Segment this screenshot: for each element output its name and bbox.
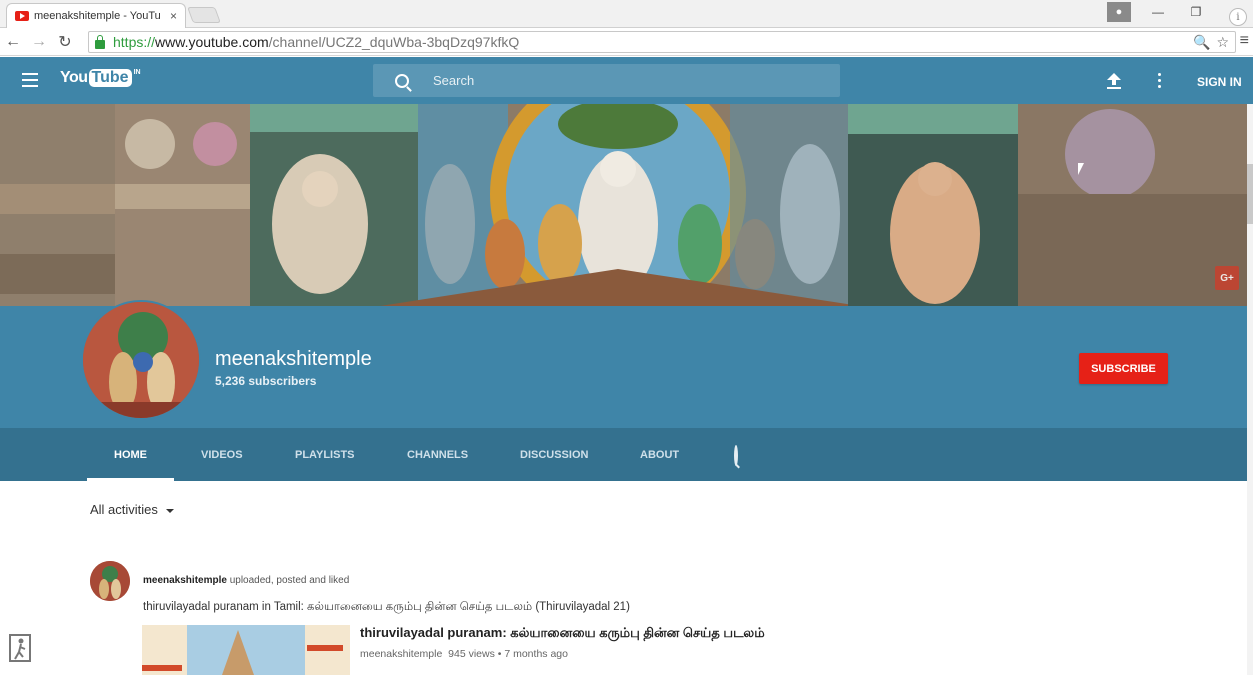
zoom-icon[interactable]: 🔍 xyxy=(1193,34,1210,51)
activity-filter-label: All activities xyxy=(90,502,158,517)
temple-banner-art xyxy=(0,104,1253,306)
search-icon[interactable] xyxy=(395,73,409,88)
feed-actor-line: meenakshitemple uploaded, posted and lik… xyxy=(143,575,349,586)
tab-home[interactable]: HOME xyxy=(87,428,174,481)
new-tab-button[interactable] xyxy=(187,7,221,23)
upload-icon[interactable] xyxy=(1107,73,1121,89)
restore-icon[interactable]: ❐ xyxy=(1177,0,1215,24)
subscribe-button[interactable]: SUBSCRIBE xyxy=(1079,353,1168,384)
profile-icon[interactable]: ● xyxy=(1107,2,1131,22)
address-bar[interactable]: https:// www.youtube.com /channel/UCZ2_d… xyxy=(88,31,1236,53)
reload-icon[interactable]: ↻ xyxy=(52,29,78,55)
google-plus-icon[interactable]: G+ xyxy=(1215,266,1239,290)
feed-actor-name[interactable]: meenakshitemple xyxy=(143,575,227,586)
url-host: www.youtube.com xyxy=(155,34,269,50)
temple-avatar-art xyxy=(83,302,199,418)
channel-banner xyxy=(0,104,1253,306)
lock-icon xyxy=(95,34,105,49)
caret-down-icon xyxy=(165,508,174,513)
browser-tab[interactable]: meenakshitemple - YouTu × xyxy=(6,3,186,28)
search-placeholder: Search xyxy=(433,73,475,88)
tab-discussion[interactable]: DISCUSSION xyxy=(520,428,588,481)
channel-avatar[interactable] xyxy=(81,300,201,420)
youtube-favicon-icon xyxy=(15,11,29,21)
channel-name: meenakshitemple xyxy=(215,348,372,370)
tab-videos[interactable]: VIDEOS xyxy=(201,428,243,481)
url-protocol: https:// xyxy=(113,34,156,50)
search-input[interactable]: Search xyxy=(373,64,840,97)
forward-icon[interactable]: → xyxy=(26,29,52,55)
tab-close-icon[interactable]: × xyxy=(170,9,177,23)
back-icon[interactable]: ← xyxy=(0,29,26,55)
video-channel[interactable]: meenakshitemple xyxy=(360,648,442,660)
url-path: /channel/UCZ2_dquWba-3bqDzq97kfkQ xyxy=(268,34,520,50)
page-scrollbar[interactable] xyxy=(1247,104,1253,675)
feed-post-text: thiruvilayadal puranam in Tamil: கல்யானை… xyxy=(143,601,630,613)
youtube-masthead: You Tube IN Search SIGN IN xyxy=(0,57,1253,104)
channel-search-button[interactable] xyxy=(734,445,738,466)
tab-title: meenakshitemple - YouTu xyxy=(34,10,161,22)
tab-channels[interactable]: CHANNELS xyxy=(407,428,468,481)
feed-avatar[interactable] xyxy=(90,561,130,601)
mouse-cursor-icon xyxy=(1078,163,1084,175)
activity-filter-dropdown[interactable]: All activities xyxy=(90,502,174,517)
region-label: IN xyxy=(133,69,141,76)
guide-menu-icon[interactable] xyxy=(22,73,38,87)
channel-header: meenakshitemple 5,236 subscribers SUBSCR… xyxy=(0,300,1253,428)
feed-actor-action: uploaded, posted and liked xyxy=(226,575,350,586)
browser-toolbar: ← → ↻ https:// www.youtube.com /channel/… xyxy=(0,28,1253,56)
bookmark-star-icon[interactable]: ☆ xyxy=(1216,34,1229,51)
tab-playlists[interactable]: PLAYLISTS xyxy=(295,428,355,481)
video-meta: meenakshitemple 945 views • 7 months ago xyxy=(360,648,568,660)
tab-about[interactable]: ABOUT xyxy=(640,428,679,481)
video-stats: 945 views • 7 months ago xyxy=(448,648,568,660)
youtube-logo[interactable]: You Tube IN xyxy=(60,69,141,87)
search-icon xyxy=(734,445,738,466)
minimize-icon[interactable]: — xyxy=(1139,0,1177,24)
browser-tab-bar: meenakshitemple - YouTu × ● — ❐ xyxy=(0,0,1253,28)
video-title-link[interactable]: thiruvilayadal puranam: கல்யானையை கரும்ப… xyxy=(360,625,765,642)
sign-in-button[interactable]: SIGN IN xyxy=(1197,75,1242,89)
info-icon[interactable]: i xyxy=(1229,8,1247,26)
subscriber-count: 5,236 subscribers xyxy=(215,374,317,388)
video-thumbnail[interactable] xyxy=(142,625,350,675)
more-options-icon[interactable] xyxy=(1158,73,1162,91)
channel-tabs: HOME VIDEOS PLAYLISTS CHANNELS DISCUSSIO… xyxy=(0,428,1253,481)
browser-menu-icon[interactable]: ≡ xyxy=(1240,32,1249,50)
exit-icon[interactable] xyxy=(8,633,32,665)
